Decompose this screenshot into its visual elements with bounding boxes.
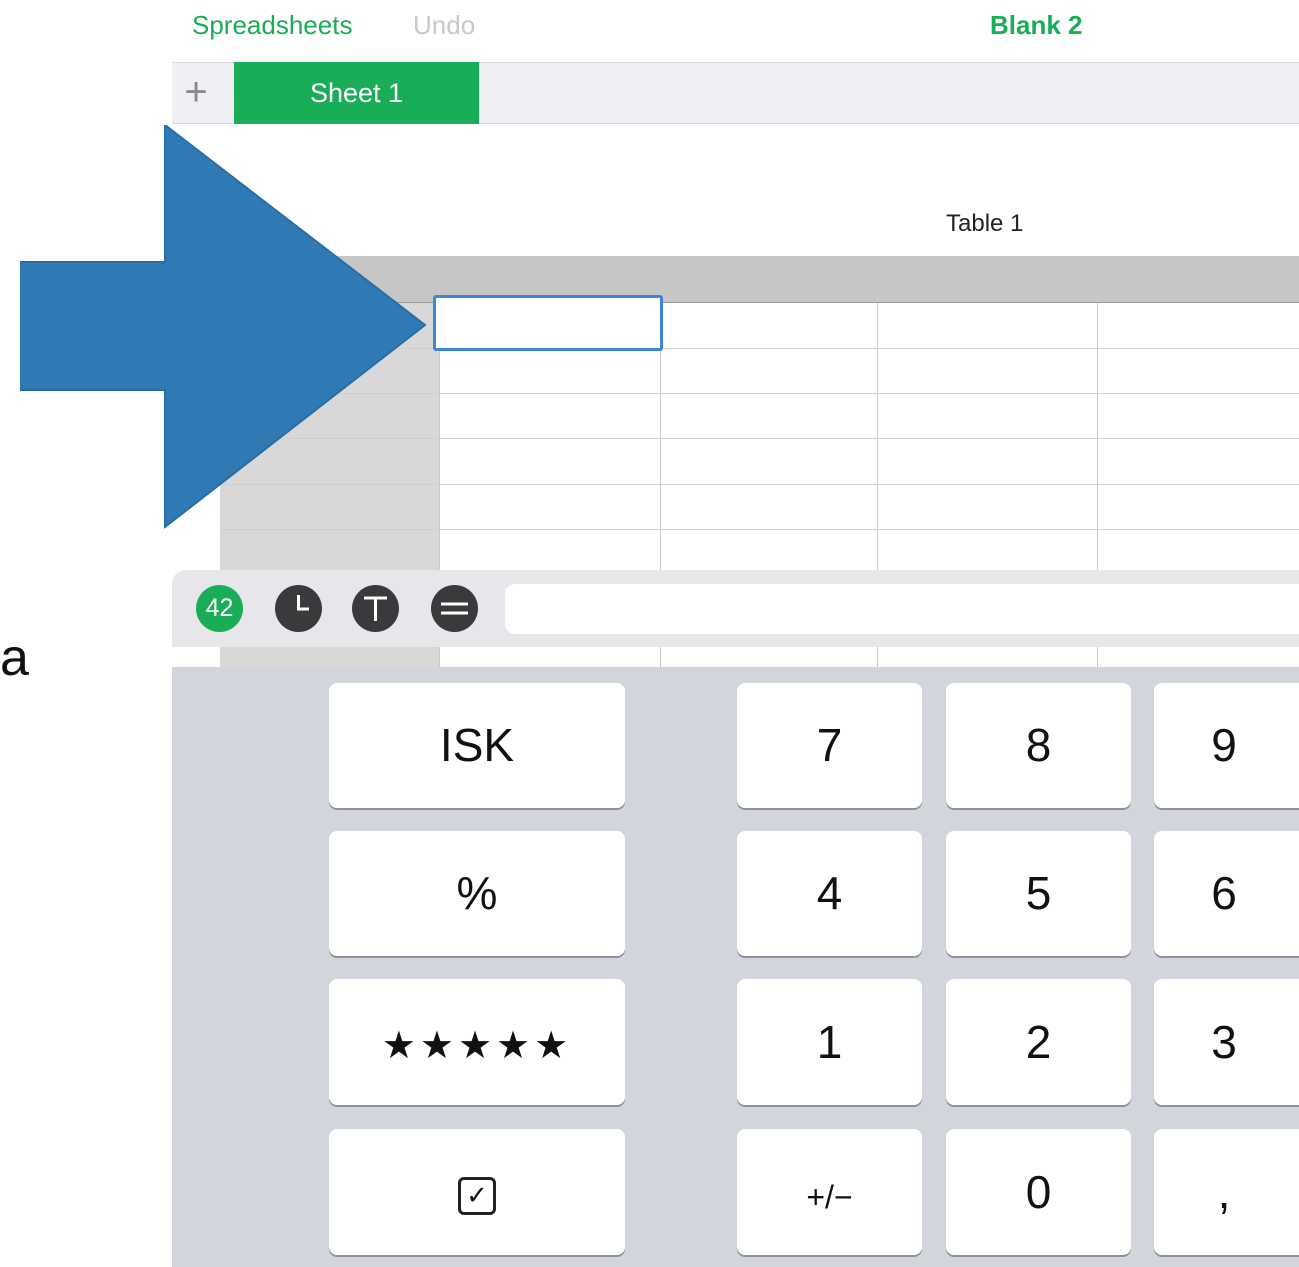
- pointer-arrow: [20, 125, 427, 530]
- key-label: 7: [816, 719, 843, 771]
- document-title[interactable]: Blank 2: [990, 10, 1083, 41]
- key-label: 1: [816, 1016, 843, 1068]
- equals-icon: [441, 602, 468, 615]
- checkbox-icon: ✓: [458, 1176, 496, 1215]
- key-0[interactable]: 0: [946, 1129, 1131, 1255]
- arrow-shape: [20, 125, 427, 530]
- undo-button[interactable]: Undo: [413, 10, 475, 41]
- key-5[interactable]: 5: [946, 831, 1131, 956]
- number-format-button[interactable]: 42: [196, 585, 243, 632]
- key-label: 5: [1025, 867, 1052, 919]
- date-time-format-button[interactable]: [275, 585, 322, 632]
- checkbox-key[interactable]: ✓: [329, 1129, 625, 1255]
- cell-input-field[interactable]: [505, 584, 1299, 634]
- number-format-label: 42: [205, 594, 234, 622]
- key-label: 3: [1211, 1016, 1237, 1068]
- key-label: ,: [1217, 1166, 1231, 1218]
- currency-key[interactable]: ISK: [329, 683, 625, 808]
- spreadsheets-back-button[interactable]: Spreadsheets: [192, 10, 352, 41]
- key-3[interactable]: 3: [1154, 979, 1299, 1105]
- tab-sheet-1[interactable]: Sheet 1: [234, 62, 479, 124]
- key-label: 8: [1025, 719, 1052, 771]
- key-2[interactable]: 2: [946, 979, 1131, 1105]
- key-1[interactable]: 1: [737, 979, 922, 1105]
- text-t-icon: [364, 596, 387, 621]
- selected-cell[interactable]: [433, 295, 663, 351]
- text-format-button[interactable]: [352, 585, 399, 632]
- key-label: 4: [816, 867, 843, 919]
- side-text: a: [0, 629, 29, 687]
- formula-format-button[interactable]: [431, 585, 478, 632]
- key-label: 0: [1025, 1166, 1052, 1218]
- decimal-comma-key[interactable]: ,: [1154, 1129, 1299, 1255]
- key-label: 9: [1211, 719, 1237, 771]
- key-4[interactable]: 4: [737, 831, 922, 956]
- percent-key[interactable]: %: [329, 831, 625, 956]
- key-6[interactable]: 6: [1154, 831, 1299, 956]
- star-rating-key[interactable]: ★★★★★: [329, 979, 625, 1105]
- star-rating-label: ★★★★★: [381, 1025, 573, 1067]
- key-label: +/−: [806, 1179, 853, 1215]
- clock-icon: [297, 595, 309, 611]
- key-label: 2: [1025, 1016, 1052, 1068]
- percent-key-label: %: [456, 867, 498, 919]
- key-label: 6: [1211, 867, 1237, 919]
- key-9[interactable]: 9: [1154, 683, 1299, 808]
- table-title[interactable]: Table 1: [946, 210, 1023, 238]
- add-sheet-plus-icon[interactable]: +: [178, 70, 214, 114]
- plus-minus-key[interactable]: +/−: [737, 1129, 922, 1255]
- key-8[interactable]: 8: [946, 683, 1131, 808]
- key-7[interactable]: 7: [737, 683, 922, 808]
- currency-key-label: ISK: [439, 719, 515, 771]
